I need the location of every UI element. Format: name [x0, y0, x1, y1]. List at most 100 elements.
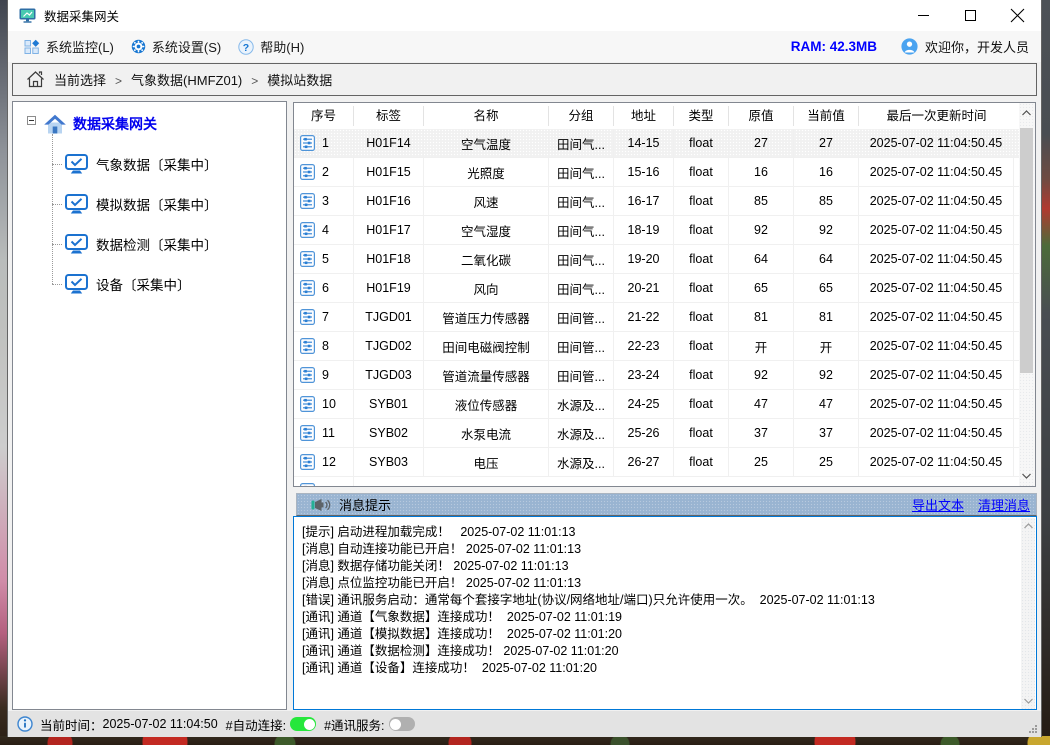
- table-row-5[interactable]: 5H01F18二氧化碳田间气...19-20float64642025-07-0…: [294, 245, 1035, 274]
- titlebar: 数据采集网关: [8, 0, 1041, 31]
- tree-root-label: 数据采集网关: [73, 114, 157, 134]
- scroll-down-icon[interactable]: [1021, 472, 1032, 480]
- message-line-3: [消息] 数据存储功能关闭！ 2025-07-02 11:01:13: [294, 558, 1036, 575]
- message-line-8: [通讯] 通道【数据检测】连接成功！ 2025-07-02 11:01:20: [294, 643, 1036, 660]
- desktop-background-bottom: [0, 736, 1050, 745]
- breadcrumb: 当前选择>气象数据(HMFZ01)>模拟站数据: [12, 63, 1037, 96]
- welcome-text: 欢迎你，开发人员: [925, 37, 1029, 56]
- info-icon: [17, 716, 33, 732]
- column-header-9[interactable]: 最后一次更新时间: [859, 106, 1014, 126]
- menubar: 系统监控(L) 系统设置(S) ?帮助(H) RAM: 42.3MB 欢迎你，开发人…: [8, 31, 1041, 62]
- svg-text:?: ?: [243, 41, 249, 53]
- column-header-5[interactable]: 地址: [614, 106, 674, 126]
- tree-item-1[interactable]: 气象数据〔采集中〕: [65, 151, 218, 177]
- column-header-6[interactable]: 类型: [674, 106, 729, 126]
- ram-indicator: RAM: 42.3MB: [791, 39, 877, 54]
- breadcrumb-separator: >: [251, 74, 258, 88]
- help-icon: ?: [238, 39, 254, 55]
- gear-icon: [131, 39, 146, 54]
- message-panel-header: 消息提示 导出文本 清理消息: [296, 493, 1037, 516]
- table-row-11[interactable]: 11SYB02水泵电流水源及...25-26float37372025-07-0…: [294, 419, 1035, 448]
- tree-panel: 数据采集网关 气象数据〔采集中〕模拟数据〔采集中〕数据检测〔采集中〕设备〔采集中…: [12, 101, 287, 710]
- menu-item-3[interactable]: ?帮助(H): [234, 31, 308, 62]
- tree-connector: [52, 284, 62, 285]
- column-header-8[interactable]: 当前值: [794, 106, 859, 126]
- comm-service-label: #通讯服务:: [324, 715, 384, 734]
- resize-grip[interactable]: [1028, 724, 1038, 734]
- current-time-value: 2025-07-02 11:04:50: [103, 717, 218, 731]
- menu-item-2[interactable]: 系统设置(S): [127, 31, 225, 62]
- tree-guide-line: [52, 134, 53, 284]
- breadcrumb-item-2[interactable]: 气象数据(HMFZ01): [131, 73, 242, 88]
- message-scrollbar[interactable]: [1021, 518, 1035, 709]
- monitor-grid-icon: [24, 39, 40, 55]
- table-row-6[interactable]: 6H01F19风向田间气...20-21float65652025-07-02 …: [294, 274, 1035, 303]
- column-header-4[interactable]: 分组: [549, 106, 614, 126]
- clear-messages-link[interactable]: 清理消息: [978, 495, 1030, 514]
- current-time-label: 当前时间：: [40, 715, 103, 734]
- table-row-10[interactable]: 10SYB01液位传感器水源及...24-25float47472025-07-…: [294, 390, 1035, 419]
- app-window: 数据采集网关 系统监控(L) 系统设置(S) ?帮助(H) RAM: 42.3MB …: [7, 0, 1042, 737]
- table-row-9[interactable]: 9TJGD03管道流量传感器田间管...23-24float92922025-0…: [294, 361, 1035, 390]
- column-header-7[interactable]: 原值: [729, 106, 794, 126]
- row-settings-icon: [300, 193, 315, 209]
- tree-collapse-icon[interactable]: [27, 116, 36, 125]
- table-scrollbar[interactable]: [1019, 103, 1035, 486]
- table-row-3[interactable]: 3H01F16风速田间气...16-17float85852025-07-02 …: [294, 187, 1035, 216]
- menu-item-1[interactable]: 系统监控(L): [20, 31, 118, 62]
- table-scrollbar-thumb[interactable]: [1020, 128, 1033, 373]
- close-button[interactable]: [994, 0, 1041, 31]
- message-line-9: [通讯] 通道【设备】连接成功！ 2025-07-02 11:01:20: [294, 660, 1036, 677]
- data-table: 序号标签名称分组地址类型原值当前值最后一次更新时间 1H01F14空气温度田间气…: [293, 102, 1036, 487]
- message-line-6: [通讯] 通道【气象数据】连接成功！ 2025-07-02 11:01:19: [294, 609, 1036, 626]
- row-settings-icon: [300, 483, 315, 487]
- statusbar: 当前时间： 2025-07-02 11:04:50 #自动连接: #通讯服务:: [8, 711, 1041, 737]
- tree-item-4[interactable]: 设备〔采集中〕: [65, 271, 191, 297]
- column-header-3[interactable]: 名称: [424, 106, 549, 126]
- table-row-2[interactable]: 2H01F15光照度田间气...15-16float16162025-07-02…: [294, 158, 1035, 187]
- table-row-7[interactable]: 7TJGD01管道压力传感器田间管...21-22float81812025-0…: [294, 303, 1035, 332]
- table-row-partial[interactable]: [294, 477, 1035, 487]
- msg-scroll-up-icon[interactable]: [1023, 522, 1034, 530]
- window-controls: [900, 0, 1041, 31]
- row-settings-icon: [300, 454, 315, 470]
- comm-service-toggle[interactable]: [389, 717, 415, 731]
- message-list: [提示] 启动进程加载完成！ 2025-07-02 11:01:13[消息] 自…: [293, 516, 1037, 710]
- message-line-2: [消息] 自动连接功能已开启！ 2025-07-02 11:01:13: [294, 541, 1036, 558]
- row-settings-icon: [300, 309, 315, 325]
- column-header-2[interactable]: 标签: [354, 106, 424, 126]
- home-icon: [26, 70, 45, 89]
- user-icon: [901, 38, 918, 55]
- breadcrumb-item-3[interactable]: 模拟站数据: [267, 73, 332, 88]
- message-line-7: [通讯] 通道【模拟数据】连接成功！ 2025-07-02 11:01:20: [294, 626, 1036, 643]
- table-row-4[interactable]: 4H01F17空气湿度田间气...18-19float92922025-07-0…: [294, 216, 1035, 245]
- app-icon: [19, 7, 36, 24]
- row-settings-icon: [300, 251, 315, 267]
- tree-root[interactable]: 数据采集网关: [13, 112, 286, 136]
- table-row-12[interactable]: 12SYB03电压水源及...26-27float25252025-07-02 …: [294, 448, 1035, 477]
- row-settings-icon: [300, 396, 315, 412]
- monitor-check-icon: [65, 194, 88, 215]
- breadcrumb-item-1: 当前选择: [54, 73, 106, 88]
- message-line-4: [消息] 点位监控功能已开启！ 2025-07-02 11:01:13: [294, 575, 1036, 592]
- auto-connect-toggle[interactable]: [290, 717, 316, 731]
- minimize-button[interactable]: [900, 0, 947, 31]
- desktop-background-right: [1041, 0, 1050, 745]
- column-header-1[interactable]: 序号: [294, 106, 354, 126]
- menubar-right: RAM: 42.3MB 欢迎你，开发人员: [791, 31, 1029, 62]
- scroll-up-icon[interactable]: [1021, 109, 1032, 117]
- export-text-link[interactable]: 导出文本: [912, 495, 964, 514]
- maximize-button[interactable]: [947, 0, 994, 31]
- tree-item-3[interactable]: 数据检测〔采集中〕: [65, 231, 218, 257]
- monitor-check-icon: [65, 274, 88, 295]
- row-settings-icon: [300, 280, 315, 296]
- msg-scroll-down-icon[interactable]: [1023, 697, 1034, 705]
- table-row-1[interactable]: 1H01F14空气温度田间气...14-15float27272025-07-0…: [294, 129, 1035, 158]
- monitor-check-icon: [65, 154, 88, 175]
- monitor-check-icon: [65, 234, 88, 255]
- window-title: 数据采集网关: [44, 6, 119, 25]
- auto-connect-label: #自动连接:: [226, 715, 286, 734]
- table-row-8[interactable]: 8TJGD02田间电磁阀控制田间管...22-23float开开2025-07-…: [294, 332, 1035, 361]
- home-root-icon: [44, 114, 66, 135]
- tree-item-2[interactable]: 模拟数据〔采集中〕: [65, 191, 218, 217]
